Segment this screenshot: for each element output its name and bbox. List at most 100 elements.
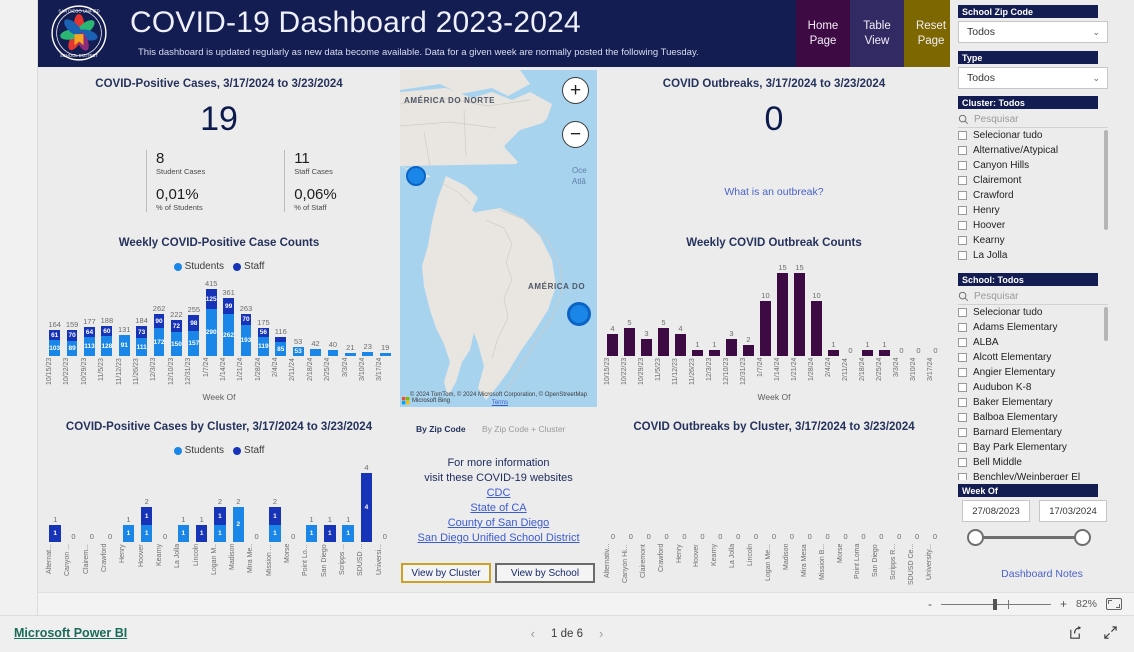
bar-fill[interactable] [692, 350, 703, 356]
week-start-date-input[interactable]: 27/08/2023 [962, 500, 1030, 522]
checkbox-icon[interactable] [958, 308, 967, 317]
cdc-link[interactable]: CDC [400, 486, 597, 501]
bar-segment-students[interactable]: 157 [188, 331, 200, 356]
bar-segment-students[interactable]: 113 [84, 337, 95, 356]
bar-segment-staff[interactable]: 56 [257, 328, 269, 337]
view-by-cluster-button[interactable]: View by Cluster [401, 563, 491, 583]
view-by-school-button[interactable]: View by School [495, 563, 595, 583]
bar-column[interactable]: 263 70 193 [237, 278, 254, 356]
fullscreen-icon[interactable] [1103, 625, 1118, 640]
previous-page-button[interactable]: ‹ [531, 626, 535, 641]
bar-column[interactable]: 0 [729, 462, 747, 542]
bar-column[interactable]: 0 [910, 262, 927, 356]
bar-segment-students[interactable]: 1 [141, 525, 153, 542]
bar-fill[interactable] [811, 301, 822, 356]
legend2-staff[interactable]: Staff [233, 445, 264, 456]
bar-segment-students[interactable] [327, 350, 339, 356]
bar[interactable]: 1 [324, 525, 336, 542]
bar-column[interactable]: 0 [842, 262, 859, 356]
checkbox-icon[interactable] [958, 206, 967, 215]
map-visual[interactable]: AMÉRICA DO NORTE AMÉRICA DO Oce Atlâ + −… [400, 70, 597, 407]
cluster-list-scrollbar[interactable] [1104, 130, 1108, 230]
bar-segment-staff[interactable]: 1 [214, 507, 226, 525]
bar-fill[interactable] [675, 334, 686, 356]
bar-column[interactable]: 11 [339, 462, 357, 542]
fit-to-page-icon[interactable] [1106, 598, 1122, 610]
checkbox-icon[interactable] [958, 176, 967, 185]
bar-column[interactable]: 19 [376, 278, 393, 356]
bar-column[interactable]: 3 [638, 262, 655, 356]
bar-column[interactable]: 21 [342, 278, 359, 356]
bar[interactable] [811, 301, 822, 356]
bar[interactable] [794, 273, 805, 356]
bar-segment-students[interactable]: 1 [214, 525, 226, 542]
bar[interactable]: 70 193 [240, 314, 252, 356]
week-slider-right-handle[interactable] [1074, 529, 1091, 546]
bar-segment-staff[interactable]: 61 [49, 330, 61, 340]
bar-column[interactable]: 361 99 262 [220, 278, 237, 356]
bar-segment-staff[interactable]: 72 [171, 320, 182, 332]
bar-column[interactable]: 11 [119, 462, 137, 542]
bar[interactable]: 99 262 [223, 298, 234, 356]
bar-fill[interactable] [862, 350, 873, 356]
bar-segment-staff[interactable]: 1 [269, 507, 281, 525]
bar-segment-staff[interactable]: 4 [360, 473, 373, 542]
map-zoom-in-button[interactable]: + [562, 77, 589, 104]
zoom-slider-track[interactable] [940, 598, 1051, 610]
bar-column[interactable]: 0 [890, 462, 908, 542]
bar-segment-students[interactable]: 1 [177, 525, 190, 542]
checkbox-icon[interactable] [958, 428, 967, 437]
bar-fill[interactable] [794, 273, 805, 356]
county-of-san-diego-link[interactable]: County of San Diego [400, 516, 597, 531]
bar-column[interactable]: 211 [266, 462, 284, 542]
checkbox-icon[interactable] [958, 338, 967, 347]
bar-segment-staff[interactable]: 1 [324, 525, 336, 542]
bar-column[interactable]: 0 [693, 462, 711, 542]
bar-segment-staff[interactable]: 1 [49, 525, 61, 542]
bar-column[interactable]: 0 [872, 462, 890, 542]
bar-column[interactable]: 1 [825, 262, 842, 356]
bar[interactable] [828, 350, 839, 356]
bar-column[interactable]: 0 [747, 462, 765, 542]
bar-column[interactable]: 0 [64, 462, 82, 542]
bar-fill[interactable] [777, 273, 788, 356]
filter-list-item[interactable]: Bay Park Elementary [958, 440, 1108, 455]
bar-column[interactable]: 0 [83, 462, 101, 542]
bar-column[interactable]: 0 [711, 462, 729, 542]
bar[interactable] [879, 350, 890, 356]
bar-column[interactable]: 184 73 111 [133, 278, 150, 356]
bar-segment-staff[interactable]: 90 [153, 314, 165, 328]
cases-by-cluster-plot[interactable]: 1100011211011112112202110111111440 [46, 462, 394, 542]
filter-list-item[interactable]: Balboa Elementary [958, 410, 1108, 425]
bar[interactable] [726, 339, 737, 356]
filter-list-item[interactable]: Hoover [958, 218, 1108, 233]
zip-slicer-dropdown[interactable]: Todos ⌄ [958, 21, 1108, 43]
bar-column[interactable]: 0 [801, 462, 819, 542]
bar-column[interactable]: 211 [138, 462, 156, 542]
bar[interactable] [709, 350, 720, 356]
checkbox-icon[interactable] [958, 368, 967, 377]
bar-column[interactable]: 0 [927, 262, 944, 356]
week-end-date-input[interactable]: 17/03/2024 [1039, 500, 1107, 522]
dashboard-notes-link[interactable]: Dashboard Notes [1001, 568, 1083, 580]
bar-segment-students[interactable]: 1 [305, 525, 318, 542]
bar[interactable] [607, 334, 618, 356]
bar[interactable]: 64 113 [84, 327, 95, 356]
bar-segment-students[interactable]: 91 [118, 335, 130, 356]
bar-column[interactable]: 0 [101, 462, 119, 542]
zoom-out-button[interactable]: - [928, 597, 932, 611]
bar[interactable]: 1 [195, 525, 208, 542]
checkbox-icon[interactable] [958, 383, 967, 392]
bar-segment-students[interactable]: 1 [269, 525, 281, 542]
checkbox-icon[interactable] [958, 146, 967, 155]
bar[interactable]: 1 [177, 525, 190, 542]
bar[interactable]: 91 [118, 335, 130, 356]
bar-segment-students[interactable]: 103 [49, 340, 61, 356]
bar[interactable] [310, 349, 321, 356]
bar-fill[interactable] [624, 328, 635, 356]
filter-list-item[interactable]: Barnard Elementary [958, 425, 1108, 440]
filter-list-item[interactable]: Audubon K-8 [958, 380, 1108, 395]
bar-column[interactable]: 0 [376, 462, 394, 542]
bar[interactable] [777, 273, 788, 356]
bar-column[interactable]: 0 [247, 462, 265, 542]
